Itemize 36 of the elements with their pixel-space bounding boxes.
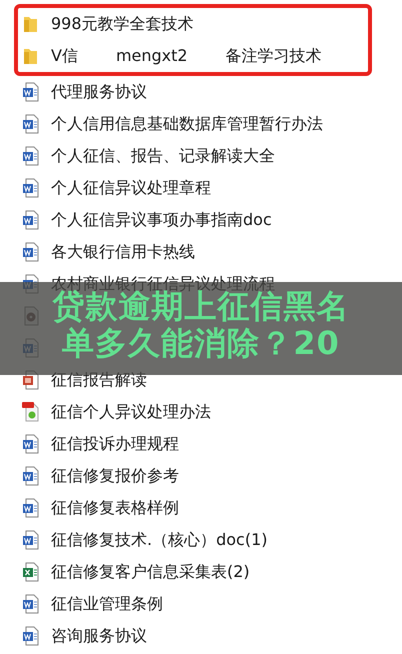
file-name[interactable]: 征信修复客户信息采集表(2) xyxy=(51,560,250,584)
file-name[interactable]: 征信业管理条例 xyxy=(51,592,163,616)
spreadsheet-icon xyxy=(22,562,39,582)
word-document-icon xyxy=(22,242,39,262)
file-name[interactable]: 咨询服务协议 xyxy=(51,624,147,648)
file-name[interactable]: 征信修复表格样例 xyxy=(51,496,179,520)
word-document-icon xyxy=(22,530,39,550)
headline-text: 单多久能消除？20 xyxy=(62,324,340,362)
file-name[interactable]: 代理服务协议 xyxy=(51,80,147,104)
word-document-icon xyxy=(22,434,39,454)
file-name[interactable]: 各大银行信用卡热线 xyxy=(51,240,195,264)
word-document-icon xyxy=(22,114,39,134)
word-document-icon xyxy=(22,82,39,102)
file-name[interactable]: 备注学习技术 xyxy=(226,44,322,68)
pdf-icon xyxy=(22,402,39,422)
word-document-icon xyxy=(22,498,39,518)
folder-icon xyxy=(22,14,39,34)
file-name[interactable]: mengxt2 xyxy=(116,44,188,68)
file-name[interactable]: 征信投诉办理规程 xyxy=(51,432,179,456)
word-document-icon xyxy=(22,146,39,166)
word-document-icon xyxy=(22,626,39,646)
word-document-icon xyxy=(22,210,39,230)
word-document-icon xyxy=(22,178,39,198)
file-name[interactable]: 征信修复技术.（核心）doc(1) xyxy=(51,528,268,552)
file-name[interactable]: 征信个人异议处理办法 xyxy=(51,400,211,424)
file-name[interactable]: 个人信用信息基础数据库管理暂行办法 xyxy=(51,112,323,136)
folder-icon xyxy=(22,46,39,66)
file-name[interactable]: V信 xyxy=(51,44,78,68)
file-name[interactable]: 个人征信异议事项办事指南doc xyxy=(51,208,272,232)
word-document-icon xyxy=(22,466,39,486)
file-name[interactable]: 征信修复报价参考 xyxy=(51,464,179,488)
file-name[interactable]: 个人征信异议处理章程 xyxy=(51,176,211,200)
headline-text: 贷款逾期上征信黑名 xyxy=(52,288,350,325)
word-document-icon xyxy=(22,594,39,614)
file-name[interactable]: 998元教学全套技术 xyxy=(51,12,194,36)
file-name[interactable]: 个人征信、报告、记录解读大全 xyxy=(51,144,275,168)
